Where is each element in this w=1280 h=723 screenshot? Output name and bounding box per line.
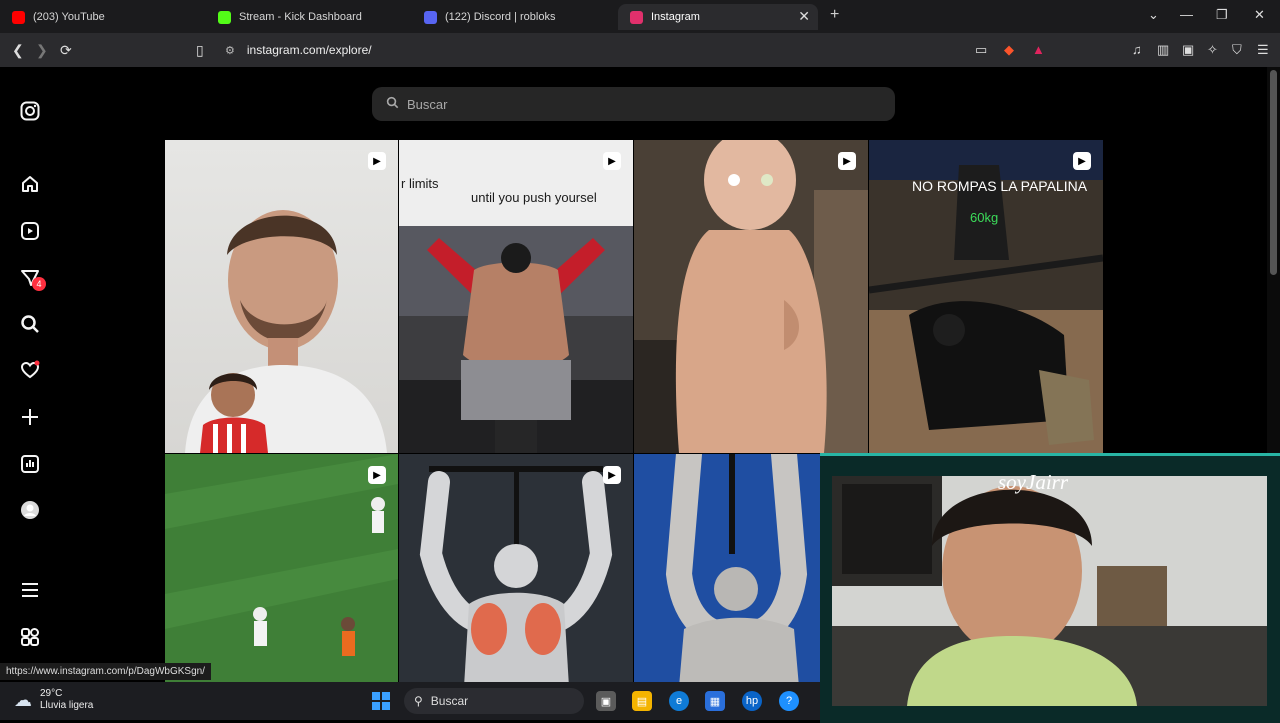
- close-tab-icon[interactable]: ✕: [798, 8, 810, 25]
- search-field-icon: [386, 96, 399, 112]
- create-plus-icon[interactable]: [19, 406, 41, 428]
- tile-2-caption-a: r limits: [401, 176, 439, 191]
- search-icon[interactable]: [19, 313, 41, 335]
- address-text: instagram.com/explore/: [246, 43, 372, 57]
- windows-taskbar: ☁ 29°C Lluvia ligera ⚲ Buscar ▣ ▤ e ▦ hp…: [0, 682, 820, 720]
- dashboard-icon[interactable]: [19, 453, 41, 475]
- hp-icon[interactable]: hp: [742, 691, 762, 711]
- browser-toolbar: ❮ ❯ ⟳ ▯ ⚙ instagram.com/explore/ ▭ ◆ ▲ ♫…: [0, 33, 1280, 67]
- explore-tile-6[interactable]: ▶: [399, 454, 633, 687]
- windows-start-icon[interactable]: [371, 691, 391, 711]
- reel-play-icon: ▶: [1073, 152, 1091, 170]
- browser-tab-strip: (203) YouTube Stream - Kick Dashboard (1…: [0, 0, 1280, 33]
- explore-tile-1[interactable]: ▶: [165, 140, 398, 453]
- explore-tile-4[interactable]: NO ROMPAS LA PAPALINA 60kg ▶: [869, 140, 1103, 453]
- discord-icon: [424, 10, 437, 24]
- reel-play-icon: ▶: [368, 152, 386, 170]
- weather-condition: Lluvia ligera: [40, 700, 94, 711]
- tile-5-image: [165, 454, 398, 687]
- webcam-overlay: soyJairr: [820, 453, 1280, 723]
- back-icon[interactable]: ❮: [12, 42, 24, 59]
- tile-2-caption-b: until you push yoursel: [471, 190, 597, 205]
- taskbar-search-label: Buscar: [430, 694, 469, 708]
- cast-icon[interactable]: ▭: [975, 42, 987, 58]
- search-placeholder: Buscar: [407, 96, 448, 112]
- tile-3-image: [634, 140, 868, 453]
- new-tab-button[interactable]: +: [830, 6, 839, 24]
- also-from-meta-icon[interactable]: [19, 626, 41, 648]
- address-bar[interactable]: ⚙ instagram.com/explore/: [225, 40, 1055, 60]
- reel-play-icon: ▶: [603, 466, 621, 484]
- brave-shield-icon[interactable]: ◆: [1004, 42, 1014, 58]
- tab-list-chevron-icon[interactable]: ⌄: [1148, 7, 1159, 23]
- notifications-heart-icon[interactable]: [19, 359, 41, 381]
- tile-6-image: [399, 454, 633, 687]
- tab-label: Stream - Kick Dashboard: [239, 11, 362, 23]
- tile-4-caption-b: 60kg: [970, 210, 999, 225]
- tile-4-caption-a: NO ROMPAS LA PAPALINA: [912, 178, 1088, 194]
- tile-7-image: [634, 454, 820, 687]
- reels-icon[interactable]: [19, 220, 41, 242]
- profile-avatar-icon[interactable]: [19, 499, 41, 521]
- search-input[interactable]: Buscar: [372, 87, 895, 121]
- file-explorer-icon[interactable]: ▤: [632, 691, 652, 711]
- reel-play-icon: ▶: [838, 152, 856, 170]
- tile-1-image: [185, 210, 387, 453]
- media-icon[interactable]: ♫: [1132, 42, 1142, 57]
- scrollbar-thumb[interactable]: [1270, 70, 1277, 275]
- more-menu-icon[interactable]: [19, 579, 41, 601]
- search-icon: ⚲: [414, 694, 423, 708]
- tab-instagram[interactable]: Instagram ✕: [618, 4, 818, 30]
- task-view-icon[interactable]: ▣: [596, 691, 616, 711]
- tab-discord[interactable]: (122) Discord | robloks: [412, 4, 617, 30]
- explore-tile-5[interactable]: ▶: [165, 454, 398, 687]
- maximize-button[interactable]: ❐: [1216, 7, 1228, 23]
- vpn-icon[interactable]: ⛉: [1232, 42, 1242, 58]
- tab-kick[interactable]: Stream - Kick Dashboard: [206, 4, 411, 30]
- tab-label: (203) YouTube: [33, 11, 105, 23]
- weather-widget[interactable]: ☁ 29°C Lluvia ligera: [14, 688, 93, 712]
- link-status-bar: https://www.instagram.com/p/DagWbGKSgn/: [0, 663, 211, 680]
- youtube-icon: [12, 10, 25, 24]
- minimize-button[interactable]: —: [1180, 7, 1193, 22]
- explore-tile-2[interactable]: r limits until you push yoursel ▶: [399, 140, 633, 453]
- site-info-icon[interactable]: ⚙: [225, 44, 235, 57]
- kick-icon: [218, 10, 231, 24]
- reload-icon[interactable]: ⟳: [60, 42, 72, 59]
- webcam-feed: [832, 476, 1267, 706]
- bookmark-icon[interactable]: ▯: [196, 42, 204, 59]
- cloud-rain-icon: ☁: [14, 689, 32, 710]
- instagram-logo-icon[interactable]: [19, 100, 41, 122]
- tab-label: Instagram: [651, 11, 700, 23]
- temperature: 29°C: [40, 688, 63, 699]
- wallet-icon[interactable]: ▣: [1182, 42, 1194, 58]
- brave-rewards-icon[interactable]: ▲: [1032, 42, 1045, 57]
- edge-icon[interactable]: e: [669, 691, 689, 711]
- sidebar-icon[interactable]: ▥: [1157, 42, 1169, 58]
- explore-tile-3[interactable]: ▶: [634, 140, 868, 453]
- tab-youtube[interactable]: (203) YouTube: [0, 4, 205, 30]
- reel-play-icon: ▶: [603, 152, 621, 170]
- leo-ai-icon[interactable]: ✧: [1207, 42, 1218, 58]
- instagram-tab-icon: [630, 10, 643, 24]
- messages-badge: 4: [32, 277, 46, 291]
- explore-tile-7[interactable]: [634, 454, 820, 687]
- tab-label: (122) Discord | robloks: [445, 11, 556, 23]
- reel-play-icon: ▶: [368, 466, 386, 484]
- store-icon[interactable]: ▦: [705, 691, 725, 711]
- close-window-button[interactable]: ✕: [1254, 7, 1265, 23]
- forward-icon[interactable]: ❯: [36, 42, 48, 59]
- help-icon[interactable]: ?: [779, 691, 799, 711]
- taskbar-search[interactable]: ⚲ Buscar: [404, 688, 584, 714]
- menu-icon[interactable]: ☰: [1257, 42, 1269, 58]
- webcam-name-overlay: soyJairr: [998, 470, 1068, 494]
- home-icon[interactable]: [19, 173, 41, 195]
